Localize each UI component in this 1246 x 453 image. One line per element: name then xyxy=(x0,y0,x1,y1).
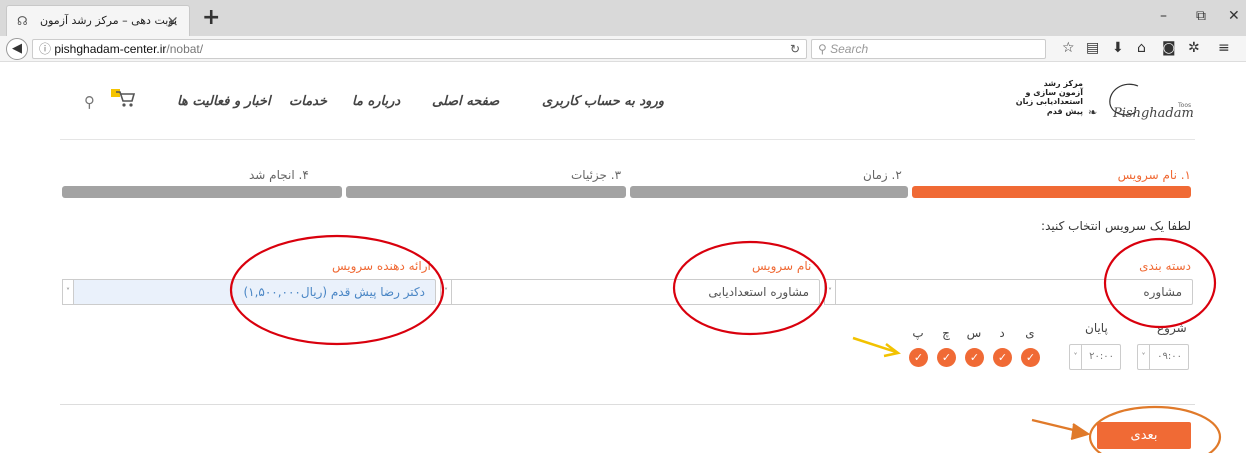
day-label: س xyxy=(966,326,982,340)
step-1-bar xyxy=(912,186,1191,198)
next-button[interactable]: بعدی xyxy=(1097,422,1191,449)
annotation-arrow xyxy=(852,336,901,358)
window-close-button[interactable]: ✕ xyxy=(1228,8,1240,24)
hamburger-menu-icon[interactable]: ≡ xyxy=(1218,40,1230,56)
chevron-down-icon: ˅ xyxy=(824,279,836,305)
category-select[interactable]: مشاوره ˅ xyxy=(824,279,1193,305)
chevron-down-icon: ˅ xyxy=(1138,345,1150,369)
logo-leaf-icon: ❧ xyxy=(1088,106,1098,119)
info-icon: ⓘ xyxy=(39,42,55,56)
step-4-label: ۴. انجام شد xyxy=(249,168,309,182)
day-label: پ xyxy=(912,326,924,340)
chevron-down-icon: ˅ xyxy=(1070,345,1082,369)
step-1-label: ۱. نام سرویس xyxy=(1117,168,1191,182)
new-tab-button[interactable]: + xyxy=(202,7,220,29)
category-value: مشاوره xyxy=(1143,285,1182,299)
nav-login[interactable]: ورود به حساب کاربری xyxy=(542,94,664,109)
chevron-down-icon: ˅ xyxy=(62,279,74,305)
url-path: /nobat/ xyxy=(166,42,204,56)
extension-icon[interactable]: ✲ xyxy=(1188,40,1200,56)
logo-line-1: مرکز رشد xyxy=(1043,79,1083,88)
service-label: نام سرویس xyxy=(752,259,812,273)
pocket-icon[interactable]: ◙ xyxy=(1162,40,1176,56)
start-time-select[interactable]: ˅ ۰۹:۰۰ xyxy=(1137,344,1189,370)
day-label: د xyxy=(999,326,1005,340)
nav-about[interactable]: درباره ما xyxy=(352,94,400,109)
nav-services[interactable]: خدمات xyxy=(289,94,327,109)
search-icon[interactable]: ⚲ xyxy=(84,93,95,111)
provider-value: دکتر رضا پیش قدم (ریال۱,۵۰۰,۰۰۰) xyxy=(243,285,425,299)
annotation-arrow xyxy=(1031,418,1091,441)
end-label: پایان xyxy=(1085,321,1108,335)
day-label: چ xyxy=(942,326,950,340)
logo-line-4: پیش قدم xyxy=(1046,107,1083,116)
step-2-bar xyxy=(630,186,908,198)
form-instruction: لطفا یک سرویس انتخاب کنید: xyxy=(1041,219,1191,233)
start-label: شروع xyxy=(1157,321,1187,335)
download-icon[interactable]: ⬇ xyxy=(1112,40,1124,56)
chevron-down-icon: ˅ xyxy=(440,279,452,305)
day-checkbox[interactable]: ✓ xyxy=(993,348,1012,367)
day-checkbox[interactable]: ✓ xyxy=(1021,348,1040,367)
reload-icon[interactable]: ↻ xyxy=(790,40,800,58)
browser-nav-bar: ◀ ⓘ pishghadam-center.ir/nobat/ ↻ ⚲ Sear… xyxy=(0,36,1246,62)
browser-search-input[interactable]: ⚲ Search xyxy=(811,39,1046,59)
logo-line-2: آزمون سازی و xyxy=(1025,88,1084,97)
category-label: دسته بندی xyxy=(1139,259,1191,273)
home-icon[interactable]: ⌂ xyxy=(1137,40,1146,56)
step-2-label: ۲. زمان xyxy=(863,168,902,182)
site-header: ⚲ اخبار و فعالیت ها خدمات درباره ما صفحه… xyxy=(60,70,1195,140)
back-arrow-icon: ◀ xyxy=(12,41,22,56)
end-time-select[interactable]: ˅ ۲۰:۰۰ xyxy=(1069,344,1121,370)
cart-icon[interactable] xyxy=(110,88,136,107)
browser-tab[interactable]: ☊ نوبت دهی – مرکز رشد آزمون × xyxy=(6,5,190,36)
provider-label: ارائه دهنده سرویس xyxy=(332,259,431,273)
back-button[interactable]: ◀ xyxy=(6,38,28,60)
service-value: مشاوره استعدادیابی xyxy=(708,285,809,299)
provider-select[interactable]: دکتر رضا پیش قدم (ریال۱,۵۰۰,۰۰۰) ˅ xyxy=(62,279,436,305)
step-3-label: ۳. جزئیات xyxy=(571,168,622,182)
tab-title: نوبت دهی – مرکز رشد آزمون xyxy=(40,14,178,27)
url-host: pishghadam-center.ir xyxy=(54,42,167,56)
step-3-bar xyxy=(346,186,626,198)
start-time-value: ۰۹:۰۰ xyxy=(1157,351,1182,362)
site-favicon-icon: ☊ xyxy=(17,14,28,28)
window-minimize-button[interactable]: – xyxy=(1160,8,1167,24)
tab-close-icon[interactable]: × xyxy=(166,12,179,30)
logo-line-3: استعدادیابی زبان xyxy=(1015,97,1083,106)
day-checkbox[interactable]: ✓ xyxy=(965,348,984,367)
nav-home[interactable]: صفحه اصلی xyxy=(432,94,499,109)
bookmark-star-icon[interactable]: ☆ xyxy=(1062,40,1075,56)
browser-tab-bar: ☊ نوبت دهی – مرکز رشد آزمون × + – ⧉ ✕ xyxy=(0,0,1246,36)
service-select[interactable]: مشاوره استعدادیابی ˅ xyxy=(440,279,820,305)
step-4-bar xyxy=(62,186,342,198)
nav-news[interactable]: اخبار و فعالیت ها xyxy=(177,94,271,109)
end-time-value: ۲۰:۰۰ xyxy=(1089,351,1114,362)
site-logo[interactable]: مرکز رشد آزمون سازی و استعدادیابی زبان پ… xyxy=(1016,76,1195,136)
logo-brand-suffix: Toos xyxy=(1178,102,1192,109)
search-icon: ⚲ xyxy=(818,42,831,56)
day-checkbox[interactable]: ✓ xyxy=(937,348,956,367)
search-placeholder: Search xyxy=(830,42,869,56)
reading-list-icon[interactable]: ▤ xyxy=(1086,40,1099,56)
form-divider xyxy=(60,404,1195,405)
address-bar[interactable]: ⓘ pishghadam-center.ir/nobat/ ↻ xyxy=(32,39,807,59)
day-checkbox[interactable]: ✓ xyxy=(909,348,928,367)
window-restore-button[interactable]: ⧉ xyxy=(1196,8,1206,24)
day-label: ی xyxy=(1025,326,1035,340)
